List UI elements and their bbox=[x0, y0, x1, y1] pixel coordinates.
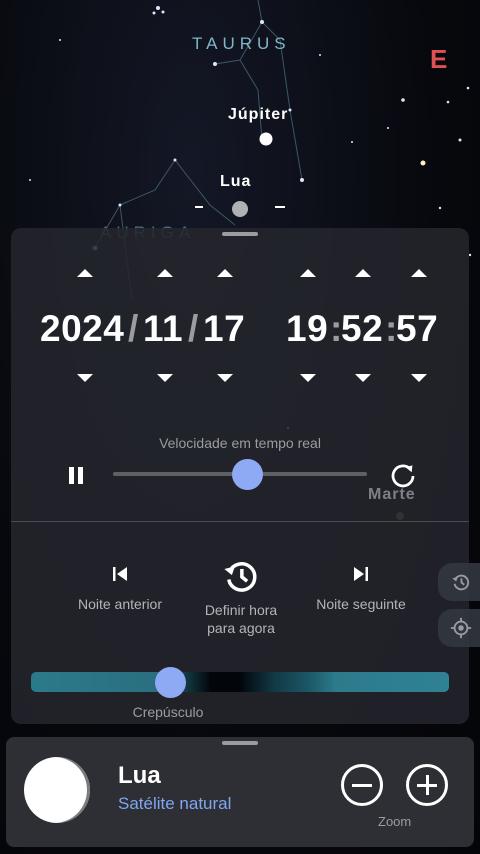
day-down-arrow-icon[interactable] bbox=[217, 374, 233, 382]
hour-up-arrow-icon[interactable] bbox=[300, 269, 316, 277]
time-panel-grip[interactable] bbox=[222, 232, 258, 236]
compass-east-label: E bbox=[430, 44, 448, 74]
second-down-arrow-icon[interactable] bbox=[411, 374, 427, 382]
object-name: Lua bbox=[118, 762, 161, 789]
hour-value[interactable]: 19 bbox=[286, 308, 328, 350]
locate-icon bbox=[450, 617, 472, 639]
history-side-icon bbox=[452, 574, 470, 591]
set-time-now-button[interactable]: Definir hora para agora bbox=[186, 555, 296, 637]
skip-next-icon bbox=[354, 567, 368, 581]
history-side-button[interactable] bbox=[438, 563, 480, 601]
month-up-arrow-icon[interactable] bbox=[157, 269, 173, 277]
zoom-out-icon[interactable] bbox=[341, 764, 383, 806]
pause-icon[interactable] bbox=[66, 465, 88, 487]
previous-night-label: Noite anterior bbox=[77, 596, 163, 612]
info-panel-grip[interactable] bbox=[222, 741, 258, 745]
speed-slider-thumb[interactable] bbox=[232, 459, 263, 490]
constellation-label-taurus: TAURUS bbox=[192, 34, 291, 53]
hour-down-arrow-icon[interactable] bbox=[300, 374, 316, 382]
zoom-in-icon[interactable] bbox=[406, 764, 448, 806]
set-time-now-label: Definir hora para agora bbox=[204, 602, 278, 636]
jupiter-label[interactable]: Júpiter bbox=[228, 106, 288, 124]
skip-previous-icon bbox=[113, 567, 127, 581]
minute-up-arrow-icon[interactable] bbox=[355, 269, 371, 277]
day-value[interactable]: 17 bbox=[203, 308, 245, 350]
twilight-label: Crepúsculo bbox=[132, 704, 204, 720]
minute-value[interactable]: 52 bbox=[341, 308, 383, 350]
moon-label[interactable]: Lua bbox=[220, 173, 251, 191]
moon-thumbnail bbox=[24, 757, 90, 823]
second-value[interactable]: 57 bbox=[396, 308, 438, 350]
twilight-slider-track[interactable] bbox=[31, 672, 449, 692]
year-down-arrow-icon[interactable] bbox=[77, 374, 93, 382]
next-night-button[interactable]: Noite seguinte bbox=[300, 562, 422, 612]
object-type: Satélite natural bbox=[118, 794, 232, 813]
date-separator: / bbox=[128, 308, 139, 349]
day-up-arrow-icon[interactable] bbox=[217, 269, 233, 277]
previous-night-button[interactable]: Noite anterior bbox=[60, 562, 180, 612]
second-up-arrow-icon[interactable] bbox=[411, 269, 427, 277]
panel-divider bbox=[11, 521, 469, 522]
month-value[interactable]: 11 bbox=[143, 308, 183, 350]
year-up-arrow-icon[interactable] bbox=[77, 269, 93, 277]
zoom-label: Zoom bbox=[378, 814, 412, 829]
minute-down-arrow-icon[interactable] bbox=[355, 374, 371, 382]
next-night-label: Noite seguinte bbox=[316, 596, 406, 612]
history-icon bbox=[224, 562, 257, 592]
locate-side-button[interactable] bbox=[438, 609, 480, 647]
speed-label: Velocidade em tempo real bbox=[159, 435, 321, 451]
month-down-arrow-icon[interactable] bbox=[157, 374, 173, 382]
date-separator: / bbox=[188, 308, 199, 349]
year-value[interactable]: 2024 bbox=[40, 308, 124, 350]
twilight-slider-thumb[interactable] bbox=[155, 667, 186, 698]
mars-label[interactable]: Marte bbox=[368, 486, 416, 504]
